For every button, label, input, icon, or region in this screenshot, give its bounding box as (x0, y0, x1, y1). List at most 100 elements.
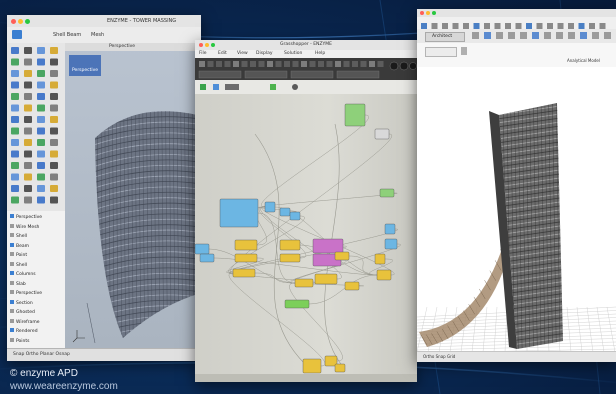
menu-item[interactable]: Display (256, 51, 273, 56)
tool-icon[interactable] (24, 173, 32, 181)
gh-component-node[interactable] (234, 239, 258, 251)
display-panel-item[interactable]: Perspective (10, 290, 42, 298)
tool-icon[interactable] (11, 70, 19, 77)
component-tab-strip[interactable] (195, 58, 417, 80)
close-button[interactable] (11, 19, 16, 24)
component-tab[interactable] (290, 70, 334, 79)
display-panel-item[interactable]: Perspective (10, 214, 42, 222)
tool-icon[interactable] (24, 58, 32, 66)
bake-icon[interactable] (270, 84, 276, 90)
gh-component-node[interactable] (279, 253, 301, 263)
gh-component-node[interactable] (199, 253, 215, 263)
minimize-button[interactable] (205, 43, 209, 47)
tool-icon[interactable] (11, 104, 19, 112)
component-tab[interactable] (244, 70, 288, 79)
menu-item[interactable]: Solution (284, 51, 302, 56)
tool-icon[interactable] (37, 185, 45, 192)
gh-component-node[interactable] (264, 201, 276, 213)
tool-icon[interactable] (50, 81, 58, 89)
gh-component-node[interactable] (219, 198, 259, 228)
tool-icon[interactable] (50, 139, 58, 146)
tool-icon[interactable] (37, 127, 45, 135)
menu-item[interactable]: View (237, 51, 248, 56)
display-panel-item[interactable]: Rendered (10, 328, 38, 336)
tool-icon[interactable] (24, 139, 32, 146)
save-icon[interactable] (200, 84, 206, 90)
display-panel-item[interactable]: Beam (10, 242, 29, 251)
gh-component-node[interactable] (284, 299, 310, 309)
tool-icon[interactable] (37, 104, 45, 112)
tool-icon[interactable] (50, 162, 58, 169)
display-panel-item[interactable]: Columns (10, 271, 36, 279)
gh-component-node[interactable] (302, 358, 322, 374)
gh-component-node[interactable] (294, 278, 314, 288)
close-button[interactable] (420, 11, 424, 15)
tool-icon[interactable] (24, 104, 32, 112)
view-select[interactable] (425, 47, 457, 57)
gh-component-node[interactable] (289, 211, 301, 221)
tool-icon[interactable] (24, 162, 32, 169)
display-panel-item[interactable]: Shell (10, 233, 27, 241)
tool-icon[interactable] (24, 93, 32, 100)
gh-component-node[interactable] (334, 251, 350, 261)
tool-icon[interactable] (50, 70, 58, 77)
gh-component-node[interactable] (279, 207, 291, 217)
tool-icon[interactable] (50, 150, 58, 158)
tool-icon[interactable] (24, 81, 32, 89)
node-graph[interactable] (195, 94, 417, 374)
tool-icon[interactable] (24, 47, 32, 54)
gh-component-node[interactable] (334, 363, 346, 373)
display-panel-item[interactable]: Wire Mesh (10, 223, 39, 232)
gh-component-node[interactable] (384, 223, 396, 235)
display-panel-item[interactable]: Point (10, 252, 27, 260)
menu-item[interactable]: File (199, 51, 207, 56)
tool-icon[interactable] (24, 196, 32, 204)
tool-icon[interactable] (37, 162, 45, 169)
component-tab[interactable] (336, 70, 380, 79)
gh-component-node[interactable] (312, 238, 344, 254)
display-panel-item[interactable]: Ghosted (10, 309, 35, 317)
tool-icon[interactable] (50, 104, 58, 112)
tool-icon[interactable] (37, 139, 45, 146)
tool-icon[interactable] (24, 127, 32, 135)
grid-toggle-icon[interactable] (461, 47, 467, 55)
tool-icon[interactable] (11, 150, 19, 158)
menu-item[interactable]: Edit (218, 51, 227, 56)
tool-icon[interactable] (50, 196, 58, 204)
gh-component-node[interactable] (379, 188, 395, 198)
gh-component-node[interactable] (232, 268, 256, 278)
gh-component-node[interactable] (234, 253, 258, 263)
gh-component-node[interactable] (314, 273, 338, 285)
tool-icon[interactable] (11, 58, 19, 66)
zoom-icon[interactable] (213, 84, 219, 90)
tool-icon[interactable] (11, 162, 19, 169)
tool-icon[interactable] (24, 185, 32, 192)
tool-icon[interactable] (37, 173, 45, 181)
tool-icons-grid[interactable] (7, 43, 65, 211)
close-button[interactable] (199, 43, 203, 47)
grasshopper-canvas[interactable] (195, 94, 417, 374)
tool-icon[interactable] (24, 150, 32, 158)
tool-icon[interactable] (11, 47, 19, 54)
tool-icon[interactable] (37, 70, 45, 77)
tool-icon[interactable] (11, 196, 19, 204)
gh-component-node[interactable] (384, 238, 398, 250)
gh-component-node[interactable] (374, 128, 390, 140)
tool-icon[interactable] (50, 127, 58, 135)
maximize-button[interactable] (25, 19, 30, 24)
gh-component-node[interactable] (376, 269, 392, 281)
tool-icon[interactable] (37, 196, 45, 204)
tool-icon[interactable] (11, 81, 19, 89)
tool-icon[interactable] (11, 185, 19, 192)
display-panel-item[interactable]: Wireframe (10, 318, 39, 327)
minimize-button[interactable] (426, 11, 430, 15)
gh-component-node[interactable] (195, 243, 210, 255)
maximize-button[interactable] (211, 43, 215, 47)
tool-icon[interactable] (37, 116, 45, 123)
tool-icon[interactable] (11, 93, 19, 100)
tool-icon[interactable] (37, 150, 45, 158)
display-panel-item[interactable]: Slab (10, 280, 26, 289)
display-panel-item[interactable]: Section (10, 299, 33, 308)
display-panel-item[interactable]: Shell (10, 261, 27, 270)
tool-icon[interactable] (11, 173, 19, 181)
